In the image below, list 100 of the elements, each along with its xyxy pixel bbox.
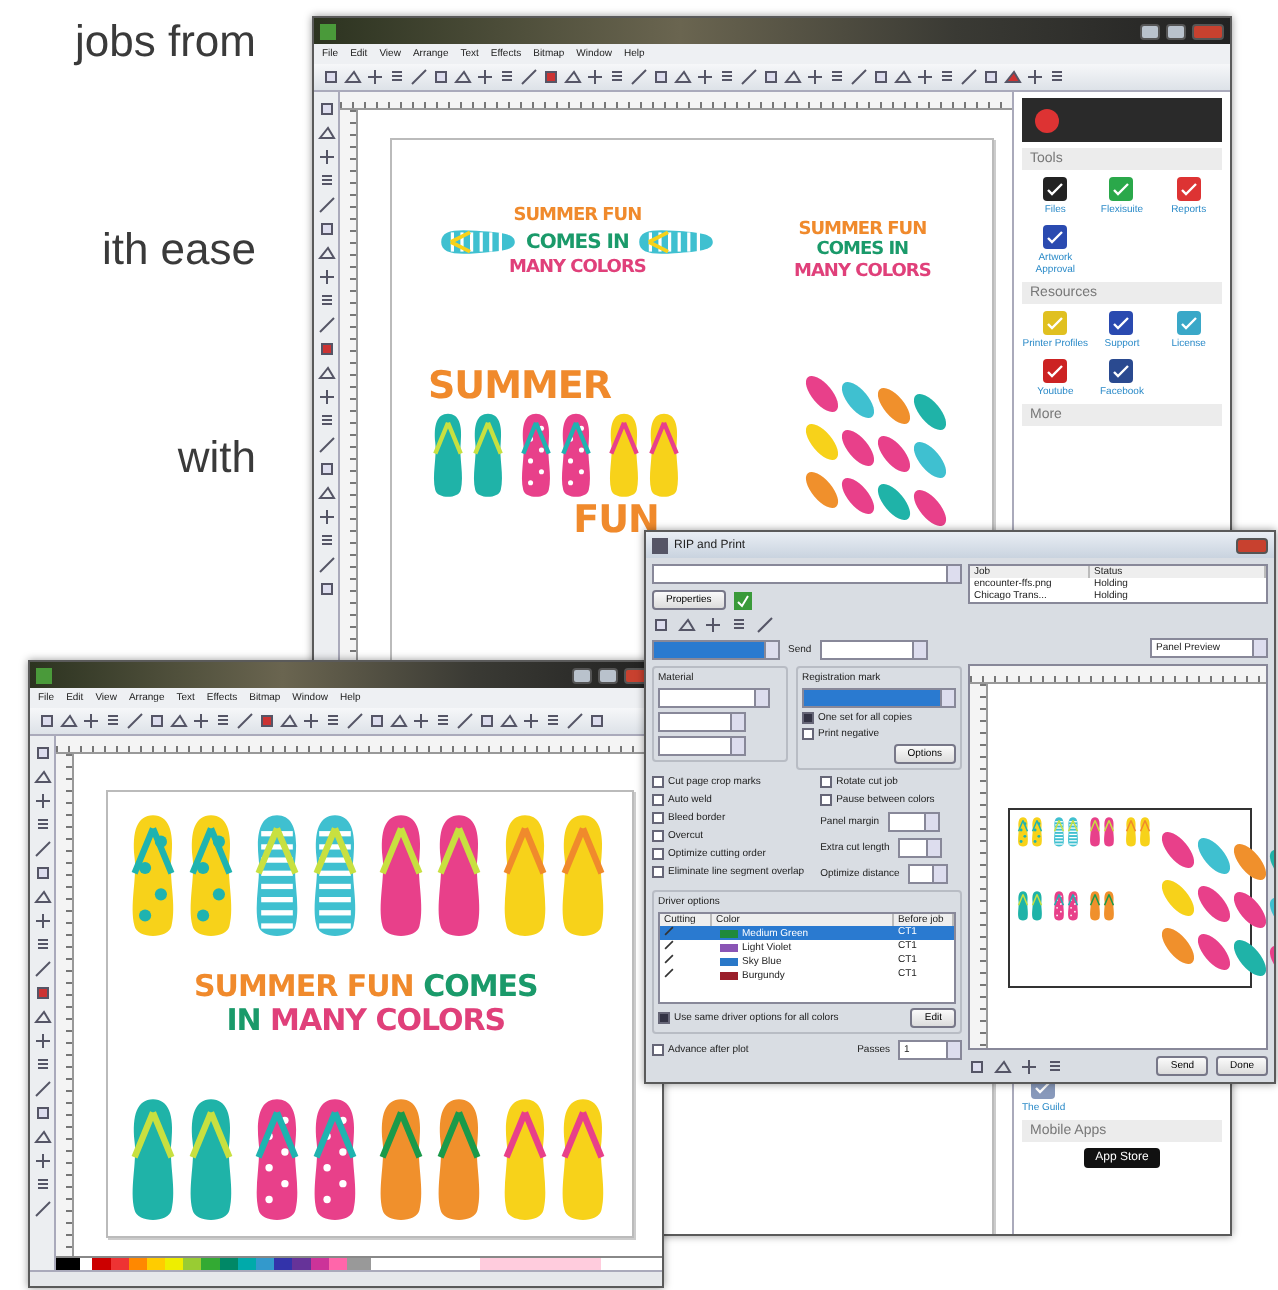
toolbar-icon[interactable] [806,68,824,86]
flip-flop-drawing [1088,816,1116,848]
toolbar-icon[interactable] [608,68,626,86]
flip-flop-drawing [1088,890,1116,922]
app-icon [36,667,52,683]
minimize-button[interactable] [1140,23,1160,39]
toolbar-icon[interactable] [1048,68,1066,86]
toolbar-icon[interactable] [522,712,540,730]
check-icon[interactable] [733,591,752,609]
logo-icon [1034,107,1060,133]
toolbar-icon[interactable] [412,712,430,730]
artwork-text: SUMMER FUN [798,220,927,240]
flip-flop-drawing [1052,816,1080,848]
tab-icon[interactable] [756,616,774,634]
height-field[interactable] [658,736,746,756]
toolbar-icon[interactable] [302,712,320,730]
toolbar-icon[interactable] [388,68,406,86]
app-icon [320,23,336,39]
flip-flop-drawing [1016,890,1044,922]
tab-icon[interactable] [730,616,748,634]
artwork-text: FUN [573,500,659,545]
tool-icon[interactable] [33,1176,51,1194]
tool-icon[interactable] [33,1056,51,1074]
check-icon [1175,310,1202,336]
tool-icon[interactable] [33,936,51,954]
toolbar-icon[interactable] [324,712,342,730]
toolbar-icon[interactable] [434,712,452,730]
tool-icon[interactable] [33,1200,51,1218]
toolbar-icon[interactable] [1026,68,1044,86]
flip-flop-drawing [516,409,596,501]
tool-icon[interactable] [317,292,335,310]
printer-select[interactable] [652,564,962,584]
close-button[interactable] [1236,537,1268,553]
flip-flop-drawing [604,409,684,501]
tool-icon[interactable] [317,412,335,430]
width-field[interactable] [658,712,746,732]
tool-icon[interactable] [317,148,335,166]
toolbar-icon[interactable] [214,712,232,730]
tool-icon[interactable] [33,816,51,834]
tool-icon[interactable] [317,532,335,550]
check-icon [1042,358,1069,384]
artwork-text: IN MANY COLORS [226,1004,506,1039]
flip-flop-drawing [636,226,717,259]
tool-icon[interactable] [33,1032,51,1050]
preview-tool-icon[interactable] [1020,1057,1038,1075]
toolbar-icon[interactable] [82,712,100,730]
check-icon [1042,310,1069,336]
color-palette[interactable] [56,1256,662,1270]
tool-icon[interactable] [33,1152,51,1170]
artwork-text: SUMMER FUN COMES [194,970,538,1005]
brochure-text: ith ease [101,224,256,276]
artwork-text: COMES IN [526,231,629,255]
minimize-button[interactable] [572,667,592,683]
toolbar-icon[interactable] [938,68,956,86]
flip-flop-drawing [428,409,508,501]
toolbar-icon[interactable] [696,68,714,86]
artwork-text: SUMMER [428,366,612,410]
toolbar-icon[interactable] [586,68,604,86]
brochure-text: with [177,432,256,484]
registration-select[interactable] [802,688,956,708]
tool-icon[interactable] [317,268,335,286]
artwork-text: COMES IN [816,240,909,262]
check-icon [1108,358,1135,384]
tool-icon[interactable] [317,172,335,190]
table-cell[interactable] [660,926,712,940]
brochure-text: jobs from [75,16,256,68]
app-icon [652,537,668,553]
length-field[interactable] [897,838,942,858]
margin-field[interactable] [887,812,940,832]
toolbar-icon[interactable] [476,68,494,86]
check-icon [1108,176,1135,202]
maximize-button[interactable] [1166,23,1186,39]
artwork-text: MANY COLORS [794,261,931,283]
check-icon [1042,224,1069,250]
artwork-text: SUMMER FUN [513,206,642,227]
check-icon [1108,310,1135,336]
toolbar-icon[interactable] [828,68,846,86]
distance-field[interactable] [907,864,948,884]
toolbar-icon[interactable] [366,68,384,86]
toolbar-icon[interactable] [104,712,122,730]
tool-icon[interactable] [317,388,335,406]
tool-icon[interactable] [317,508,335,526]
toolbar-icon[interactable] [192,712,210,730]
flip-flop-drawing [1016,816,1044,848]
check-icon [1042,176,1069,202]
toolbar-icon[interactable] [916,68,934,86]
send-select[interactable] [819,640,928,660]
tool-icon[interactable] [33,792,51,810]
maximize-button[interactable] [598,667,618,683]
toolbar-icon[interactable] [544,712,562,730]
preview-tool-icon[interactable] [1046,1057,1064,1075]
tab-icon[interactable] [704,616,722,634]
toolbar-icon[interactable] [718,68,736,86]
toolbar-icon[interactable] [498,68,516,86]
flip-flop-drawing [438,226,518,259]
artwork-text: MANY COLORS [509,258,646,280]
tool-icon[interactable] [33,912,51,930]
flip-flop-drawing [1124,816,1152,848]
check-icon [1175,176,1202,202]
flip-flop-drawing [1052,890,1080,922]
